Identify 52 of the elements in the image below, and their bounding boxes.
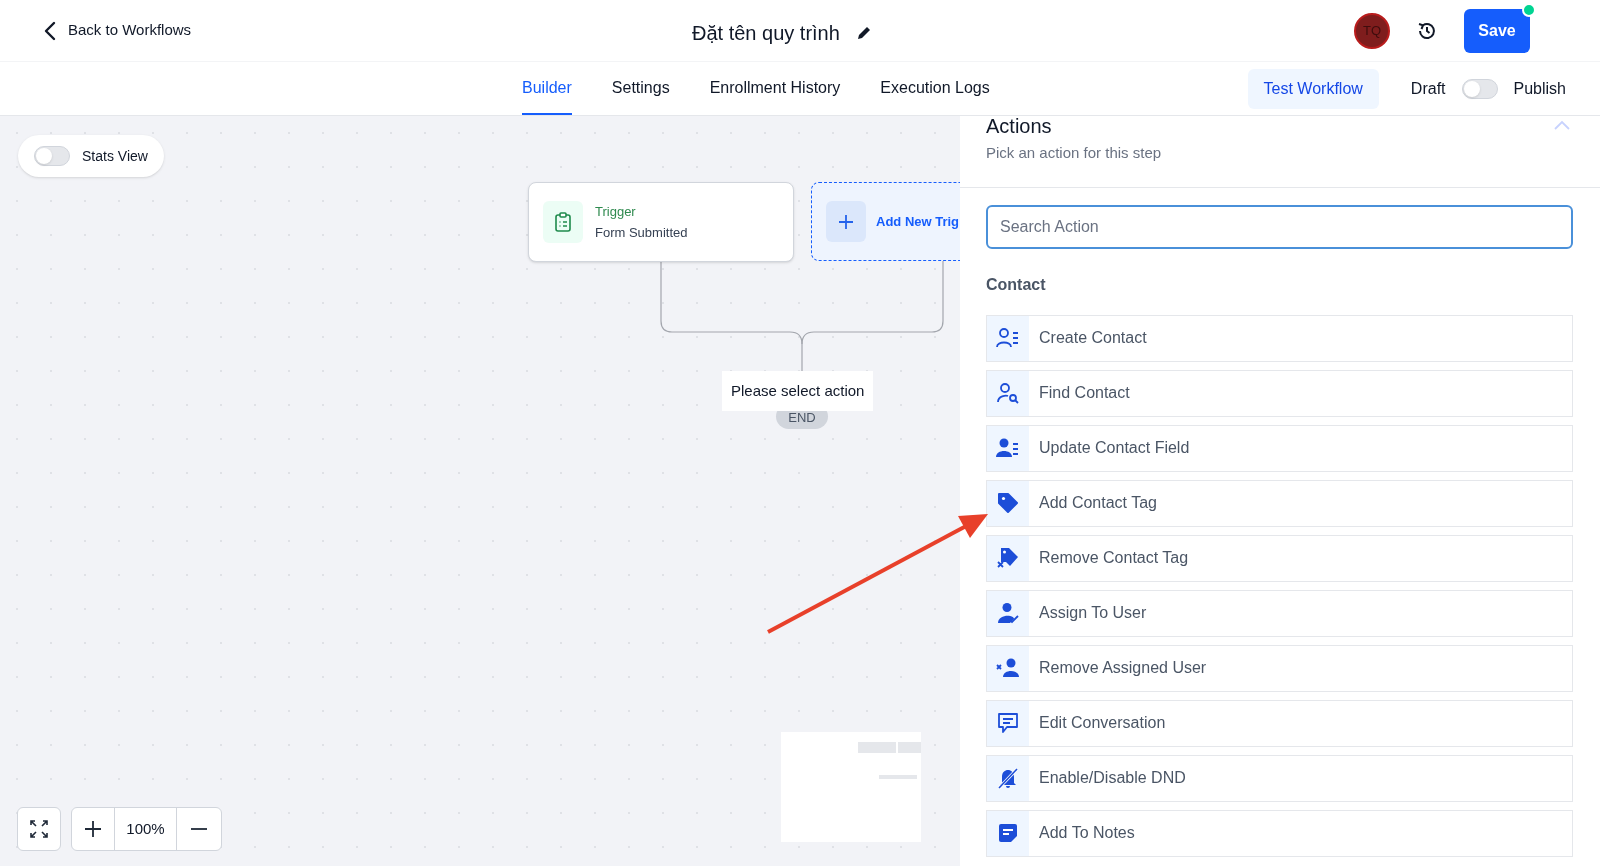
test-workflow-button[interactable]: Test Workflow: [1247, 68, 1379, 109]
stats-view-toggle[interactable]: [34, 146, 70, 166]
action-item[interactable]: Update Contact Field: [986, 424, 1573, 472]
trigger-card[interactable]: Trigger Form Submitted: [528, 182, 794, 262]
action-item[interactable]: Add Contact Tag: [986, 479, 1573, 527]
person-check-icon: [997, 602, 1019, 624]
person-list-icon: [996, 437, 1020, 459]
zoom-level: 100%: [115, 808, 177, 850]
action-placeholder-node[interactable]: Please select action: [722, 371, 874, 411]
add-trigger-label: Add New Trig: [876, 212, 960, 231]
tab[interactable]: Enrollment History: [709, 62, 841, 115]
action-item[interactable]: Enable/Disable DND: [986, 754, 1573, 802]
collapse-icon[interactable]: [1554, 120, 1570, 130]
save-button[interactable]: Save: [1464, 8, 1530, 53]
action-item[interactable]: Edit Conversation: [986, 699, 1573, 747]
action-item[interactable]: Remove Assigned User: [986, 644, 1573, 692]
panel-subtitle: Pick an action for this step: [986, 143, 1162, 163]
trigger-label: Trigger: [595, 202, 637, 221]
clipboard-icon: [555, 212, 571, 232]
stats-view-label: Stats View: [82, 146, 148, 166]
action-item[interactable]: Remove Contact Tag: [986, 534, 1573, 582]
panel-title: Actions: [986, 116, 1052, 136]
action-item[interactable]: Create Contact: [986, 314, 1573, 362]
plus-icon: [839, 214, 853, 229]
tab[interactable]: Settings: [611, 62, 670, 115]
plus-icon: [85, 821, 101, 837]
trigger-value: Form Submitted: [595, 224, 688, 242]
minimap[interactable]: [781, 732, 921, 842]
edit-icon[interactable]: [855, 25, 872, 41]
search-field[interactable]: Search Action: [986, 204, 1573, 249]
action-item[interactable]: Assign To User: [986, 589, 1573, 637]
workflow-title: Đặt tên quy trình: [692, 21, 840, 46]
person-search-icon: [997, 382, 1019, 404]
chat-bubble-icon: [997, 712, 1019, 734]
tag-icon: [997, 492, 1019, 514]
bell-off-icon: [997, 767, 1019, 789]
publish-label: Publish: [1513, 78, 1566, 99]
action-item[interactable]: Find Contact: [986, 369, 1573, 417]
draft-label: Draft: [1410, 78, 1446, 99]
person-list-icon: [996, 327, 1020, 349]
add-trigger-card[interactable]: Add New Trig: [811, 182, 960, 261]
person-remove-icon: [996, 658, 1020, 678]
tag-remove-icon: [997, 547, 1019, 569]
fit-view-button[interactable]: [17, 807, 61, 851]
expand-icon: [30, 820, 48, 838]
note-icon: [997, 822, 1019, 844]
minus-icon: [191, 827, 207, 831]
back-link[interactable]: Back to Workflows: [44, 19, 192, 42]
tab[interactable]: Execution Logs: [880, 62, 990, 115]
publish-toggle[interactable]: [1461, 78, 1498, 99]
action-item[interactable]: Add To Notes: [986, 809, 1573, 857]
section-heading: Contact: [986, 274, 1047, 295]
